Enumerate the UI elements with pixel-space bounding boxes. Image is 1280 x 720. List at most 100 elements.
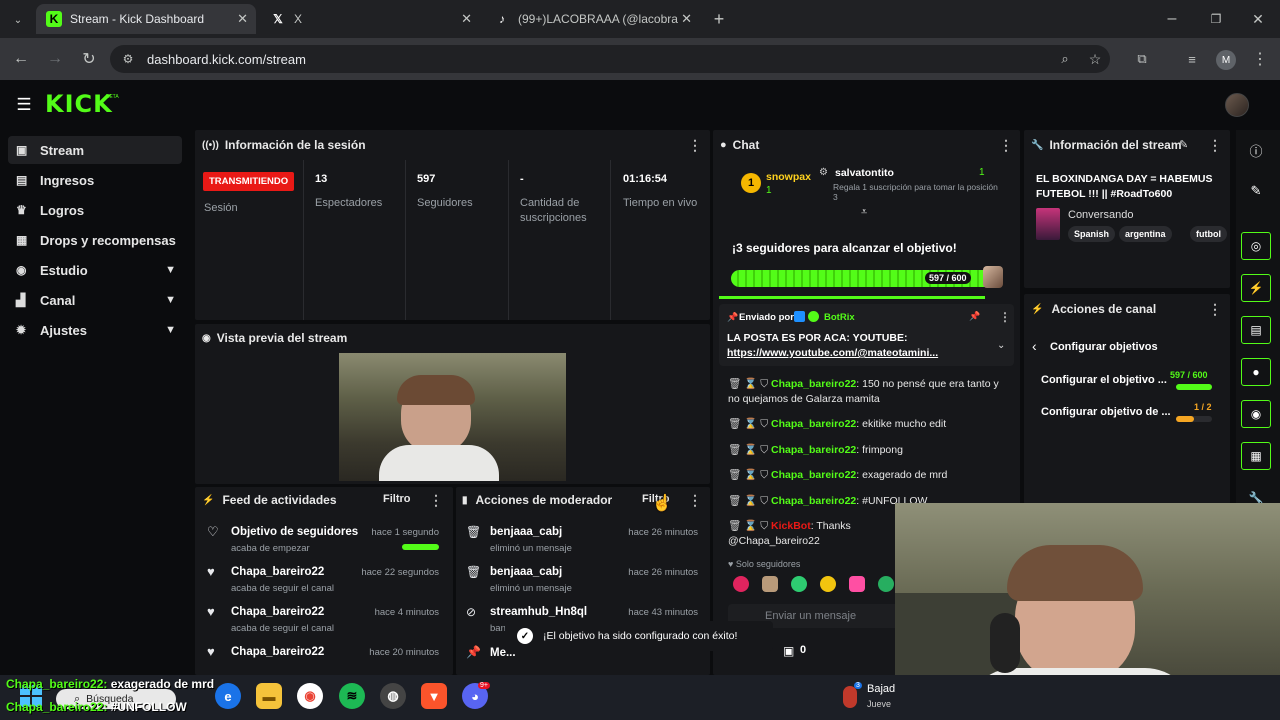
spotify-icon[interactable]: ≋ [339, 683, 365, 709]
unpin-icon[interactable]: 📌 [969, 311, 980, 322]
edit-icon[interactable]: ✎ [1246, 181, 1266, 201]
tab-search-icon[interactable]: ⌄ [8, 10, 28, 30]
pinned-link[interactable]: https://www.youtube.com/@mateotamini... [727, 347, 938, 359]
rail-btn-document[interactable]: ▤ [1241, 316, 1271, 344]
tag-pill[interactable]: futbol [1190, 226, 1227, 242]
more-options-icon[interactable]: ⋮ [1208, 137, 1222, 154]
close-icon[interactable]: ✕ [681, 11, 692, 27]
zoom-icon[interactable]: ⌕ [1056, 50, 1074, 68]
url-bar[interactable]: ⚙ dashboard.kick.com/stream ⌕ ☆ [110, 45, 1110, 73]
sidebar-item-estudio[interactable]: ◉ Estudio ▼ [8, 256, 182, 284]
more-options-icon[interactable]: ⋮ [1208, 301, 1222, 318]
kick-logo[interactable]: KICK [45, 90, 113, 118]
hamburger-menu-icon[interactable]: ☰ [14, 95, 34, 115]
sidebar-item-logros[interactable]: ♛ Logros [8, 196, 182, 224]
reload-icon[interactable]: ↻ [78, 49, 100, 69]
info-icon[interactable]: ⓘ [1246, 140, 1266, 160]
bookmark-star-icon[interactable]: ☆ [1086, 50, 1104, 68]
list-item[interactable]: ♥ Chapa_bareiro22 acaba de seguir el can… [195, 561, 453, 601]
mod-tools-icon[interactable]: 🗑 ⌛ ⛉ [728, 378, 768, 390]
tab-tiktok[interactable]: ♪ (99+)LACOBRAAA (@lacobraaa ✕ [484, 4, 700, 34]
sidebar-item-drops[interactable]: ▦ Drops y recompensas [8, 226, 182, 254]
back-icon[interactable]: ← [10, 49, 32, 69]
list-item[interactable]: ♥ Chapa_bareiro22 hace 20 minutos [195, 641, 453, 675]
list-item[interactable]: ♥ Chapa_bareiro22 acaba de seguir el can… [195, 601, 453, 641]
pinned-message[interactable]: 📌 Enviado por BotRix 📌 ⋮ LA POSTA ES POR… [719, 304, 1014, 366]
edit-pencil-icon[interactable]: ✎ [1179, 138, 1188, 151]
category-thumbnail[interactable] [1036, 208, 1060, 240]
edge-icon[interactable]: e [215, 683, 241, 709]
chat-message[interactable]: 🗑 ⌛ ⛉ Chapa_bareiro22: frimpong [728, 443, 1008, 458]
profile-avatar[interactable]: M [1216, 50, 1236, 70]
back-label[interactable]: Configurar objetivos [1050, 341, 1158, 353]
file-explorer-icon[interactable]: ▬ [256, 683, 282, 709]
list-item[interactable]: 🗑 benjaaa_cabj eliminó un mensaje hace 2… [456, 561, 710, 601]
weather-icon[interactable] [843, 686, 857, 708]
chat-username[interactable]: KickBot [771, 520, 811, 532]
forward-icon[interactable]: → [44, 49, 66, 69]
list-item[interactable]: ♡ Objetivo de seguidores acaba de empeza… [195, 521, 453, 561]
media-control-icon[interactable]: ≡ [1182, 49, 1202, 69]
top-gifter-name[interactable]: snowpax [766, 171, 811, 183]
close-icon[interactable]: ✕ [461, 11, 472, 27]
chat-username[interactable]: Chapa_bareiro22 [771, 378, 856, 390]
more-options-icon[interactable]: ⋮ [688, 137, 702, 154]
sidebar-item-canal[interactable]: ▟ Canal ▼ [8, 286, 182, 314]
rail-btn-chat[interactable]: ● [1241, 358, 1271, 386]
user-avatar[interactable] [1225, 93, 1249, 117]
chat-message[interactable]: 🗑 ⌛ ⛉ KickBot: Thanks @Chapa_bareiro22 [728, 519, 898, 549]
emote-icon[interactable] [733, 576, 749, 592]
chevron-down-icon[interactable]: ⌄ [997, 340, 1005, 351]
list-item[interactable]: 🗑 benjaaa_cabj eliminó un mensaje hace 2… [456, 521, 710, 561]
collapse-icon[interactable]: ⩡ [861, 206, 867, 219]
pinned-by-name[interactable]: BotRix [824, 312, 855, 323]
mod-tools-icon[interactable]: 🗑 ⌛ ⛉ [728, 469, 768, 481]
mod-tools-icon[interactable]: 🗑 ⌛ ⛉ [728, 444, 768, 456]
maximize-icon[interactable]: ❐ [1204, 8, 1228, 30]
sidebar-item-ajustes[interactable]: ✹ Ajustes ▼ [8, 316, 182, 344]
tag-pill[interactable]: argentina [1119, 226, 1172, 242]
minimize-icon[interactable]: – [1160, 8, 1184, 30]
goal-config-item[interactable]: Configurar el objetivo ... 597 / 600 [1024, 368, 1230, 398]
chat-username[interactable]: Chapa_bareiro22 [771, 495, 856, 507]
rail-btn-mod[interactable]: ▦ [1241, 442, 1271, 470]
new-tab-icon[interactable]: + [708, 8, 730, 30]
sidebar-item-stream[interactable]: ▣ Stream [8, 136, 182, 164]
chat-username[interactable]: Chapa_bareiro22 [771, 469, 856, 481]
brave-icon[interactable]: ▼ [421, 683, 447, 709]
rail-btn-broadcast[interactable]: ◉ [1241, 400, 1271, 428]
emote-icon[interactable] [878, 576, 894, 592]
gift-target-name[interactable]: salvatontito [835, 167, 894, 179]
chat-username[interactable]: Chapa_bareiro22 [771, 444, 856, 456]
browser-menu-icon[interactable]: ⋮ [1252, 49, 1268, 69]
tab-kick-dashboard[interactable]: K Stream - Kick Dashboard ✕ [36, 4, 256, 34]
emote-icon[interactable] [791, 576, 807, 592]
more-options-icon[interactable]: ⋮ [688, 492, 702, 509]
emote-icon[interactable] [762, 576, 778, 592]
chat-username[interactable]: Chapa_bareiro22 [771, 418, 856, 430]
mod-tools-icon[interactable]: 🗑 ⌛ ⛉ [728, 520, 768, 532]
sidebar-item-ingresos[interactable]: ▤ Ingresos [8, 166, 182, 194]
mod-tools-icon[interactable]: 🗑 ⌛ ⛉ [728, 418, 768, 430]
close-window-icon[interactable]: ✕ [1246, 8, 1270, 30]
back-chevron-icon[interactable]: ‹ [1032, 338, 1037, 354]
category-name[interactable]: Conversando [1068, 209, 1133, 221]
mod-tools-icon[interactable]: 🗑 ⌛ ⛉ [728, 495, 768, 507]
chat-message[interactable]: 🗑 ⌛ ⛉ Chapa_bareiro22: exagerado de mrd [728, 468, 1008, 483]
obs-icon[interactable]: ◍ [380, 683, 406, 709]
extensions-icon[interactable]: ⧉ [1132, 49, 1152, 69]
site-info-icon[interactable]: ⚙ [120, 51, 136, 67]
chat-message[interactable]: 🗑 ⌛ ⛉ Chapa_bareiro22: 150 no pensé que … [728, 377, 1008, 407]
chrome-icon[interactable]: ◉ [297, 683, 323, 709]
chat-message[interactable]: 🗑 ⌛ ⛉ Chapa_bareiro22: ekitike mucho edi… [728, 417, 1008, 432]
close-icon[interactable]: ✕ [237, 11, 248, 27]
more-options-icon[interactable]: ⋮ [999, 310, 1011, 324]
emote-icon[interactable] [849, 576, 865, 592]
rail-btn-lightning[interactable]: ⚡ [1241, 274, 1271, 302]
stream-video-preview[interactable] [339, 353, 566, 481]
points-icon[interactable]: ▣ [783, 644, 794, 658]
tab-x[interactable]: 𝕏 X ✕ [260, 4, 480, 34]
more-options-icon[interactable]: ⋮ [429, 492, 443, 509]
tag-pill[interactable]: Spanish [1068, 226, 1116, 242]
rail-btn-target[interactable]: ◎ [1241, 232, 1271, 260]
